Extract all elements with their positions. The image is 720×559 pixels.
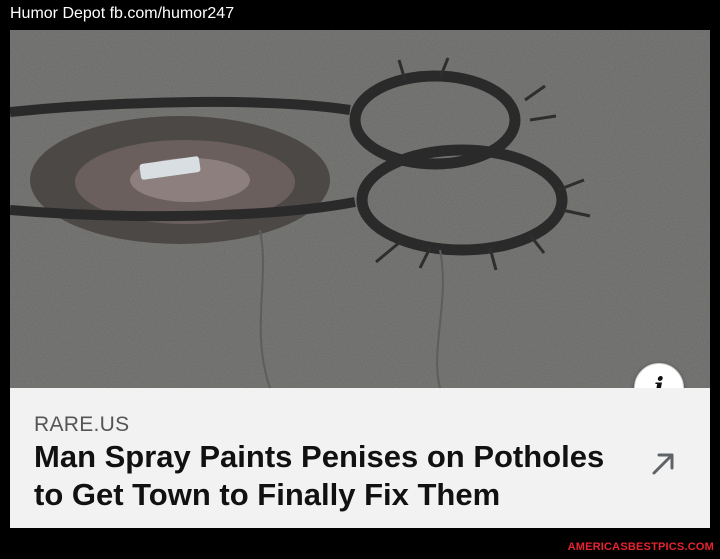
site-watermark: AMERICASBESTPICS.COM: [567, 541, 714, 553]
page-header-text: Humor Depot fb.com/humor247: [10, 5, 235, 22]
pothole-photo: [10, 30, 710, 388]
external-arrow-icon[interactable]: [648, 448, 678, 478]
footer-bar: AMERICASBESTPICS.COM: [0, 528, 720, 559]
link-caption[interactable]: RARE.US Man Spray Paints Penises on Poth…: [10, 388, 710, 528]
link-headline[interactable]: Man Spray Paints Penises on Potholes to …: [34, 438, 634, 514]
link-source-domain: RARE.US: [34, 413, 130, 436]
link-preview-card[interactable]: i RARE.US Man Spray Paints Penises on Po…: [10, 30, 710, 528]
